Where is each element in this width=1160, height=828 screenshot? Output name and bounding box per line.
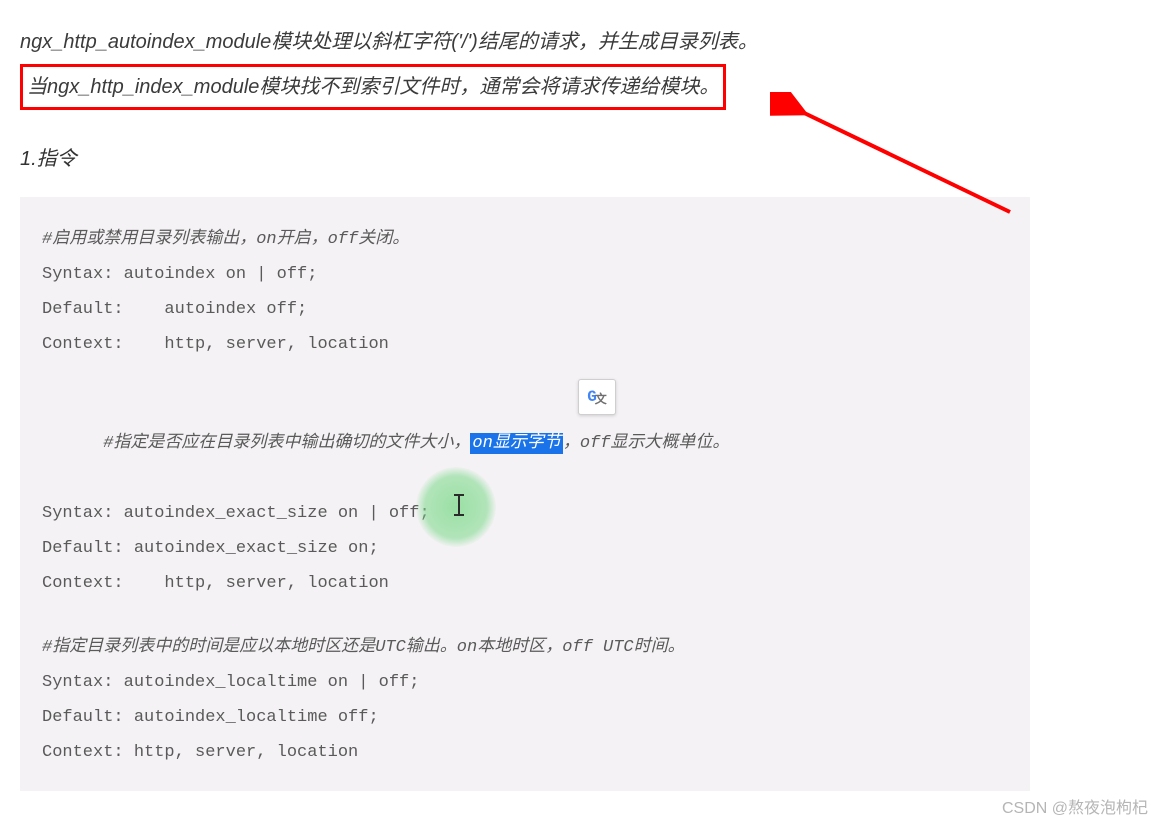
comment-localtime: #指定目录列表中的时间是应以本地时区还是UTC输出。on本地时区，off UTC… [42, 631, 1008, 666]
intro-paragraph: ngx_http_autoindex_module模块处理以斜杠字符('/')结… [20, 24, 1030, 110]
comment-autoindex: #启用或禁用目录列表输出，on开启，off关闭。 [42, 223, 1008, 258]
intro-line-1: ngx_http_autoindex_module模块处理以斜杠字符('/')结… [20, 24, 1030, 60]
default-exact-size: Default: autoindex_exact_size on; [42, 532, 1008, 567]
comment-exact-size: #指定是否应在目录列表中输出确切的文件大小，on显示字节，off显示大概单位。 [42, 392, 1008, 497]
comment-exact-size-a: #指定是否应在目录列表中输出确切的文件大小， [103, 434, 470, 453]
default-autoindex: Default: autoindex off; [42, 293, 1008, 328]
context-localtime: Context: http, server, location [42, 736, 1008, 771]
highlighted-box: 当ngx_http_index_module模块找不到索引文件时，通常会将请求传… [20, 64, 726, 110]
intro-line-2: 当ngx_http_index_module模块找不到索引文件时，通常会将请求传… [27, 76, 719, 98]
syntax-autoindex: Syntax: autoindex on | off; [42, 258, 1008, 293]
code-block: #启用或禁用目录列表输出，on开启，off关闭。 Syntax: autoind… [20, 197, 1030, 791]
comment-exact-size-highlight: on显示字节 [470, 433, 562, 454]
comment-exact-size-b: ，off显示大概单位。 [563, 434, 730, 453]
syntax-localtime: Syntax: autoindex_localtime on | off; [42, 666, 1008, 701]
translate-icon-sub: 文 [595, 388, 607, 413]
section-title: 1.指令 [20, 142, 1030, 171]
default-localtime: Default: autoindex_localtime off; [42, 701, 1008, 736]
translate-icon[interactable]: G文 [578, 379, 616, 415]
document-body: ngx_http_autoindex_module模块处理以斜杠字符('/')结… [0, 0, 1050, 791]
context-autoindex: Context: http, server, location [42, 328, 1008, 363]
watermark: CSDN @熬夜泡枸杞 [1002, 794, 1148, 818]
syntax-exact-size: Syntax: autoindex_exact_size on | off; [42, 497, 1008, 532]
context-exact-size: Context: http, server, location [42, 567, 1008, 602]
